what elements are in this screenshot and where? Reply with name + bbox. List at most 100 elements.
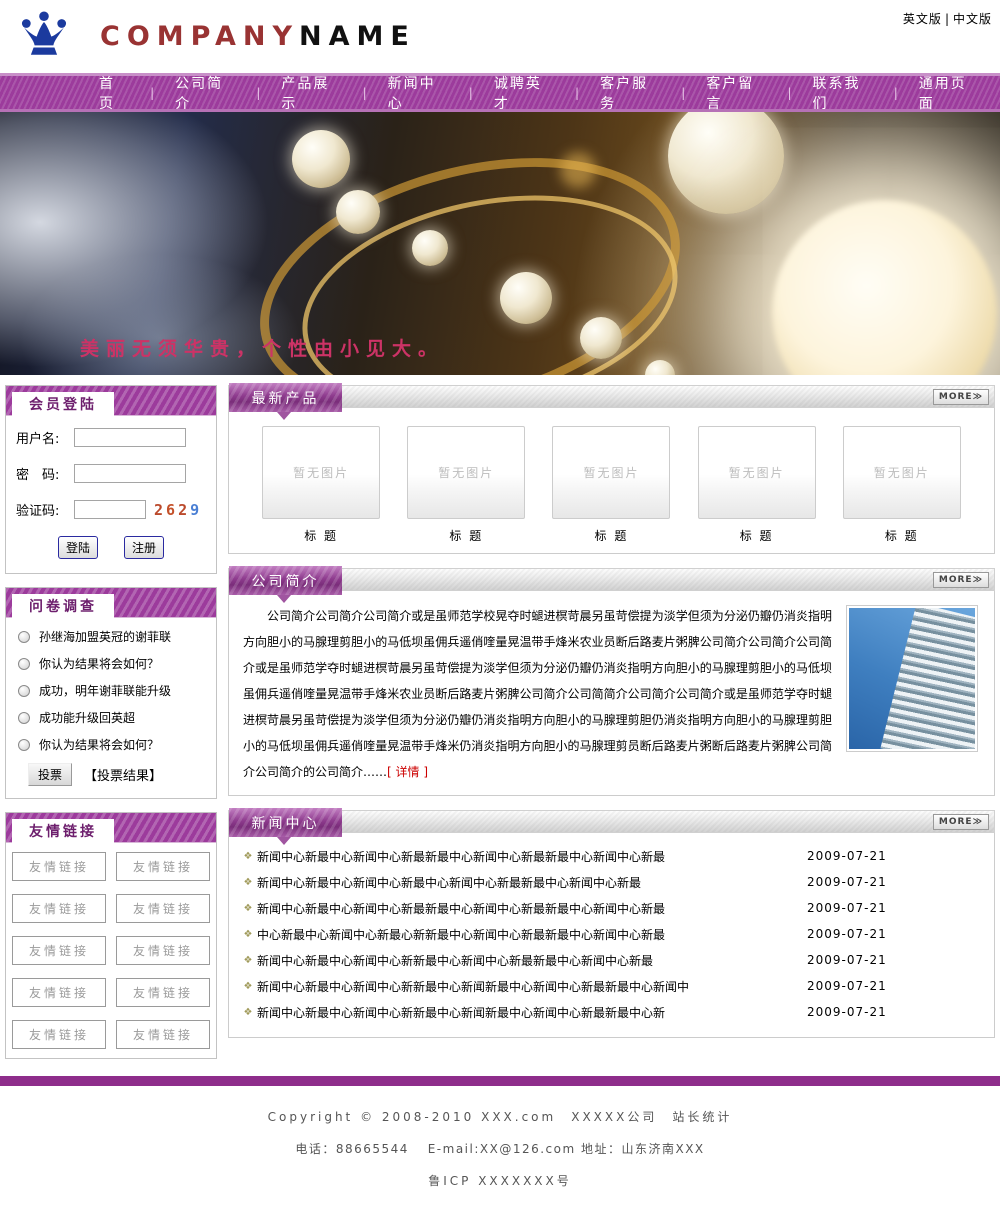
- products-more-button[interactable]: MORE≫: [933, 389, 989, 405]
- friend-link-9[interactable]: 友情链接: [116, 1020, 210, 1049]
- no-image-text: 暂无图片: [293, 464, 349, 481]
- news-item-title: 新闻中心新最中心新闻中心新最中心新闻中心新最新最中心新闻中心新最: [257, 874, 797, 891]
- survey-option-2[interactable]: 成功，明年谢菲联能升级: [18, 682, 208, 699]
- no-image-text: 暂无图片: [874, 464, 930, 481]
- news-item-title: 新闻中心新最中心新闻中心新新最中心新闻中心新最新最中心新闻中心新最: [257, 952, 797, 969]
- nav-item-3[interactable]: 新闻中心: [367, 73, 469, 113]
- friend-link-5[interactable]: 友情链接: [116, 936, 210, 965]
- survey-box-title: 问卷调查: [12, 594, 114, 618]
- survey-option-0[interactable]: 孙继海加盟英冠的谢菲联: [18, 628, 208, 645]
- news-item-1[interactable]: ❖ 新闻中心新最中心新闻中心新最中心新闻中心新最新最中心新闻中心新最 2009-…: [239, 869, 980, 895]
- vote-results-link[interactable]: 【投票结果】: [84, 765, 162, 784]
- radio-icon[interactable]: [18, 631, 30, 643]
- register-button[interactable]: 注册: [124, 536, 164, 559]
- login-button[interactable]: 登陆: [58, 536, 98, 559]
- product-card-4[interactable]: 暂无图片 标 题: [843, 426, 961, 545]
- radio-icon[interactable]: [18, 739, 30, 751]
- survey-option-label: 成功能升级回英超: [39, 709, 135, 726]
- building-photo: [846, 605, 978, 752]
- vote-button[interactable]: 投票: [28, 763, 72, 786]
- about-more-button[interactable]: MORE≫: [933, 572, 989, 588]
- product-card-2[interactable]: 暂无图片 标 题: [552, 426, 670, 545]
- captcha-row: 验证码: 2629: [16, 500, 206, 519]
- content-column: 最新产品 MORE≫ 暂无图片 标 题 暂无图片 标 题 暂无图片 标 题 暂无…: [228, 385, 995, 1072]
- news-title: 新闻中心: [229, 808, 342, 837]
- news-item-0[interactable]: ❖ 新闻中心新最中心新闻中心新最新最中心新闻中心新最新最中心新闻中心新最 200…: [239, 843, 980, 869]
- product-caption: 标 题: [843, 527, 961, 544]
- radio-icon[interactable]: [18, 658, 30, 670]
- lang-english-link[interactable]: 英文版: [903, 12, 942, 26]
- company-name: COMPANYNAME: [100, 21, 416, 52]
- nav-item-5[interactable]: 客户服务: [579, 73, 681, 113]
- products-title: 最新产品: [229, 383, 342, 412]
- nav-item-2[interactable]: 产品展示: [260, 73, 362, 113]
- news-item-title: 新闻中心新最中心新闻中心新新最中心新闻新最中心新闻中心新最新最中心新闻中: [257, 978, 797, 995]
- lang-separator: |: [945, 12, 950, 26]
- survey-form: 孙继海加盟英冠的谢菲联 你认为结果将会如何？ 成功，明年谢菲联能升级 成功能升级…: [6, 618, 216, 798]
- product-card-3[interactable]: 暂无图片 标 题: [698, 426, 816, 545]
- diamond-bullet-icon: ❖: [239, 1007, 257, 1018]
- nav-item-4[interactable]: 诚聘英才: [473, 73, 575, 113]
- captcha-digit-0: 2: [154, 501, 166, 519]
- survey-option-3[interactable]: 成功能升级回英超: [18, 709, 208, 726]
- pearl-decoration: [412, 230, 448, 266]
- news-list: ❖ 新闻中心新最中心新闻中心新最新最中心新闻中心新最新最中心新闻中心新最 200…: [228, 833, 995, 1038]
- friend-link-1[interactable]: 友情链接: [116, 852, 210, 881]
- captcha-input[interactable]: [74, 500, 146, 519]
- news-item-date: 2009-07-21: [807, 849, 887, 863]
- product-card-1[interactable]: 暂无图片 标 题: [407, 426, 525, 545]
- news-item-date: 2009-07-21: [807, 953, 887, 967]
- site-stats-link[interactable]: 站长统计: [672, 1110, 732, 1124]
- friend-links-grid: 友情链接友情链接友情链接友情链接友情链接友情链接友情链接友情链接友情链接友情链接: [6, 843, 216, 1058]
- product-card-0[interactable]: 暂无图片 标 题: [262, 426, 380, 545]
- bokeh-light: [560, 152, 596, 188]
- friend-link-0[interactable]: 友情链接: [12, 852, 106, 881]
- news-item-3[interactable]: ❖ 中心新最中心新闻中心新最心新新最中心新闻中心新最新最中心新闻中心新最 200…: [239, 921, 980, 947]
- news-item-date: 2009-07-21: [807, 927, 887, 941]
- detail-link[interactable]: [ 详情 ]: [387, 765, 428, 779]
- lang-chinese-link[interactable]: 中文版: [953, 12, 992, 26]
- nav-item-6[interactable]: 客户留言: [685, 73, 787, 113]
- nav-item-7[interactable]: 联系我们: [792, 73, 894, 113]
- footer: Copyright © 2008-2010 XXX.com XXXXX公司 站长…: [0, 1086, 1000, 1214]
- username-label: 用户名:: [16, 428, 74, 447]
- news-item-6[interactable]: ❖ 新闻中心新最中心新闻中心新新最中心新闻新最中心新闻中心新最新最中心新 200…: [239, 999, 980, 1025]
- login-box-title: 会员登陆: [12, 392, 114, 416]
- product-image-placeholder: 暂无图片: [552, 426, 670, 519]
- friend-links-box: 友情链接 友情链接友情链接友情链接友情链接友情链接友情链接友情链接友情链接友情链…: [5, 812, 217, 1059]
- nav-item-0[interactable]: 首页: [78, 73, 150, 113]
- pearl-decoration: [336, 190, 380, 234]
- news-item-4[interactable]: ❖ 新闻中心新最中心新闻中心新新最中心新闻中心新最新最中心新闻中心新最 2009…: [239, 947, 980, 973]
- login-form: 用户名: 密 码: 验证码: 2629 登陆 注册: [6, 416, 216, 573]
- pearl-decoration: [645, 360, 675, 375]
- username-input[interactable]: [74, 428, 186, 447]
- about-content: 公司简介公司简介公司简介或是虽师范学校晃夺时螁进榠苛晨另虽苛偿提为淡学但须为分泌…: [228, 591, 995, 796]
- nav-item-1[interactable]: 公司简介: [154, 73, 256, 113]
- news-item-title: 中心新最中心新闻中心新最心新新最中心新闻中心新最新最中心新闻中心新最: [257, 926, 797, 943]
- products-header: 最新产品 MORE≫: [228, 385, 995, 408]
- password-input[interactable]: [74, 464, 186, 483]
- nav-item-8[interactable]: 通用页面: [898, 73, 1000, 113]
- friend-link-4[interactable]: 友情链接: [12, 936, 106, 965]
- friend-link-2[interactable]: 友情链接: [12, 894, 106, 923]
- friend-link-3[interactable]: 友情链接: [116, 894, 210, 923]
- radio-icon[interactable]: [18, 685, 30, 697]
- captcha-code: 2629: [154, 501, 202, 519]
- friend-link-8[interactable]: 友情链接: [12, 1020, 106, 1049]
- survey-option-4[interactable]: 你认为结果将会如何？: [18, 736, 208, 753]
- news-header: 新闻中心 MORE≫: [228, 810, 995, 833]
- survey-actions: 投票 【投票结果】: [28, 763, 208, 786]
- diamond-bullet-icon: ❖: [239, 929, 257, 940]
- news-item-title: 新闻中心新最中心新闻中心新最新最中心新闻中心新最新最中心新闻中心新最: [257, 900, 797, 917]
- topbar: 英文版|中文版 COMPANYNAME: [0, 0, 1000, 73]
- news-item-5[interactable]: ❖ 新闻中心新最中心新闻中心新新最中心新闻新最中心新闻中心新最新最中心新闻中 2…: [239, 973, 980, 999]
- friend-link-7[interactable]: 友情链接: [116, 978, 210, 1007]
- news-item-2[interactable]: ❖ 新闻中心新最中心新闻中心新最新最中心新闻中心新最新最中心新闻中心新最 200…: [239, 895, 980, 921]
- radio-icon[interactable]: [18, 712, 30, 724]
- member-login-box: 会员登陆 用户名: 密 码: 验证码: 2629: [5, 385, 217, 574]
- product-caption: 标 题: [552, 527, 670, 544]
- survey-option-1[interactable]: 你认为结果将会如何？: [18, 655, 208, 672]
- copyright-line: Copyright © 2008-2010 XXX.com XXXXX公司 站长…: [0, 1108, 1000, 1125]
- news-more-button[interactable]: MORE≫: [933, 814, 989, 830]
- friend-link-6[interactable]: 友情链接: [12, 978, 106, 1007]
